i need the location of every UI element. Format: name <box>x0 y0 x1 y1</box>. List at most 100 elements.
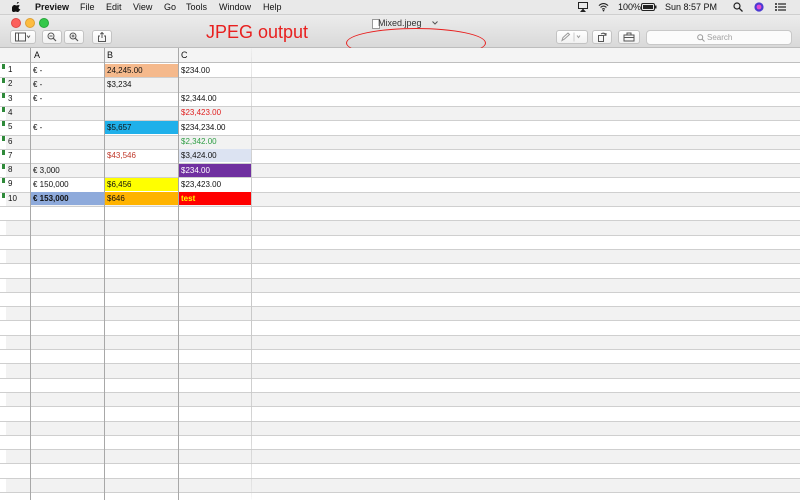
siri-icon[interactable] <box>754 2 764 12</box>
battery-percent: 100% <box>618 2 642 12</box>
cell-c4: $23,423.00 <box>181 108 222 118</box>
row-divider <box>0 349 800 350</box>
row-divider <box>0 477 800 479</box>
row-stripe <box>6 420 800 435</box>
column-divider <box>251 48 252 500</box>
cell-c3: $2,344.00 <box>181 94 217 104</box>
zoom-in-button[interactable] <box>64 30 84 44</box>
menu-view[interactable]: View <box>133 1 152 13</box>
spreadsheet-image: A B C 1 € -24,245.00 $234.00 2 € - $3,234 3 € -… <box>0 48 800 500</box>
row-divider <box>0 449 800 451</box>
menu-clock[interactable]: Sun 8:57 PM <box>665 1 717 13</box>
close-window-button[interactable] <box>11 18 21 28</box>
row-marker <box>2 92 5 98</box>
row-divider <box>0 248 800 250</box>
menu-app-name[interactable]: Preview <box>35 1 69 13</box>
minimize-window-button[interactable] <box>25 18 35 28</box>
column-header-bar: A B C <box>0 48 800 63</box>
cell-c10: test <box>179 192 251 206</box>
row-stripe <box>6 449 800 464</box>
document-title[interactable]: Mixed.jpeg <box>378 18 422 28</box>
toolbox-icon <box>623 32 635 42</box>
search-placeholder: Search <box>707 33 733 42</box>
cell-b6 <box>105 135 178 148</box>
row-number: 1 <box>8 65 13 74</box>
row-divider <box>0 263 800 265</box>
row-divider <box>0 220 800 222</box>
battery-icon[interactable] <box>641 3 657 11</box>
cell-c9: $23,423.00 <box>181 179 222 189</box>
cell-b7: $43,546 <box>107 151 136 161</box>
row-divider <box>0 492 800 493</box>
row-number: 5 <box>8 122 13 132</box>
row-divider <box>0 420 800 422</box>
cell-a9: € 150,000 <box>33 179 69 189</box>
row-divider <box>0 434 800 436</box>
rotate-button[interactable] <box>592 30 612 44</box>
cell-c2 <box>179 78 251 91</box>
cell-a6 <box>31 135 104 148</box>
zoom-out-button[interactable] <box>42 30 62 44</box>
row-marker <box>2 135 5 141</box>
row-divider <box>0 363 800 365</box>
zoom-window-button[interactable] <box>39 18 49 28</box>
rotate-icon <box>598 32 607 42</box>
row-stripe <box>6 306 800 321</box>
cell-a5: € - <box>33 122 43 132</box>
cell-c5: $234,234.00 <box>181 122 226 132</box>
row-divider <box>0 320 800 322</box>
cell-b2: $3,234 <box>107 79 132 89</box>
row-divider <box>0 234 800 236</box>
menu-edit[interactable]: Edit <box>106 1 122 13</box>
row-divider <box>0 406 800 408</box>
cell-b3 <box>105 92 178 105</box>
cell-b9: $6,456 <box>105 177 178 191</box>
share-icon <box>98 32 106 42</box>
cell-c7: $3,424.00 <box>179 149 251 163</box>
row-marker <box>2 64 5 69</box>
row-marker <box>2 106 5 112</box>
row-stripe <box>6 363 800 378</box>
airplay-icon[interactable] <box>578 2 588 12</box>
search-field[interactable]: Search <box>646 30 792 45</box>
row-stripe <box>6 248 800 264</box>
row-stripe <box>6 220 800 235</box>
row-marker <box>2 178 5 184</box>
menu-bar: Preview File Edit View Go Tools Window H… <box>0 0 800 15</box>
apple-icon[interactable] <box>12 2 21 12</box>
markup-icon <box>561 32 581 42</box>
cell-a8: € 3,000 <box>33 165 60 175</box>
cell-c6: $2,342.00 <box>181 137 217 146</box>
row-marker <box>2 78 5 84</box>
cell-b8 <box>105 164 178 177</box>
notification-center-icon[interactable] <box>775 3 786 11</box>
menu-help[interactable]: Help <box>263 1 282 13</box>
share-button[interactable] <box>92 30 112 44</box>
menu-go[interactable]: Go <box>164 1 176 13</box>
cell-b10: $646 <box>105 192 178 206</box>
spotlight-icon[interactable] <box>733 2 743 12</box>
row-number: 2 <box>8 79 13 89</box>
sidebar-toggle-button[interactable] <box>10 30 36 44</box>
cell-a7 <box>31 149 104 162</box>
row-stripe <box>6 334 800 349</box>
row-divider <box>0 277 800 279</box>
cell-b5: $5,657 <box>105 120 178 134</box>
column-header-a: A <box>34 50 41 60</box>
wifi-icon[interactable] <box>598 2 609 12</box>
menu-window[interactable]: Window <box>219 1 251 13</box>
chevron-down-icon[interactable] <box>432 21 438 25</box>
row-number: 4 <box>8 107 13 117</box>
markup-button[interactable] <box>556 30 588 44</box>
row-marker <box>2 192 5 198</box>
column-header-b: B <box>107 50 114 60</box>
row-number: 3 <box>8 93 13 103</box>
cell-a10: € 153,000 <box>31 192 104 206</box>
zoom-in-icon <box>69 32 79 42</box>
row-number: 9 <box>8 179 13 189</box>
row-divider <box>0 463 800 465</box>
cell-c8: $234.00 <box>179 163 251 177</box>
menu-tools[interactable]: Tools <box>186 1 207 13</box>
toolbox-button[interactable] <box>618 30 640 44</box>
menu-file[interactable]: File <box>80 1 95 13</box>
